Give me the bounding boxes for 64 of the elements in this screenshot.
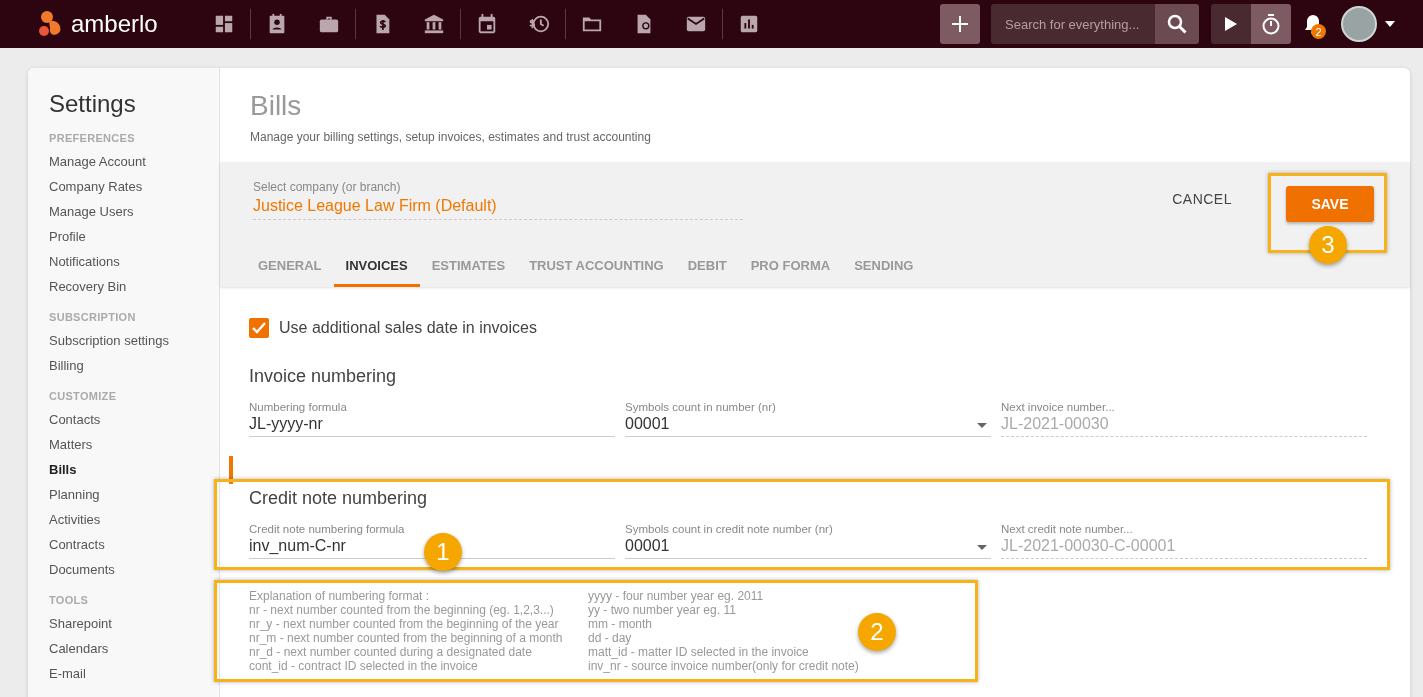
input-field[interactable]: Numbering formula JL-yyyy-nr xyxy=(249,401,615,437)
explanation-line: dd - day xyxy=(588,631,632,645)
sidebar-item[interactable]: Matters xyxy=(49,432,219,457)
sidebar-item[interactable]: Recovery Bin xyxy=(49,274,219,299)
add-button[interactable] xyxy=(940,4,980,44)
sidebar-item[interactable]: Billing xyxy=(49,353,219,378)
sidebar-item[interactable]: Activities xyxy=(49,507,219,532)
sidebar-item[interactable]: E-mail xyxy=(49,661,219,686)
section-title: Credit note numbering xyxy=(249,488,429,509)
notification-count: 2 xyxy=(1311,24,1326,39)
section-title: Invoice numbering xyxy=(249,366,398,387)
checkbox-label: Use additional sales date in invoices xyxy=(279,319,537,337)
active-indicator xyxy=(229,456,233,484)
checkbox[interactable] xyxy=(249,318,269,338)
sidebar-heading: PREFERENCES xyxy=(49,132,136,144)
search-icon[interactable] xyxy=(1155,4,1199,44)
step-number-badge: 1 xyxy=(424,533,462,571)
explanation-line: cont_id - contract ID selected in the invoice xyxy=(249,659,478,673)
tab[interactable]: INVOICES xyxy=(333,246,420,287)
cancel-button[interactable]: CANCEL xyxy=(1164,183,1240,215)
stopwatch-button[interactable] xyxy=(1251,4,1291,44)
sidebar-item[interactable]: Notifications xyxy=(49,249,219,274)
sidebar-item[interactable]: Contacts xyxy=(49,407,219,432)
sidebar-heading: TOOLS xyxy=(49,594,90,606)
play-button[interactable] xyxy=(1211,4,1251,44)
sidebar-item[interactable]: Contracts xyxy=(49,532,219,557)
sidebar-item[interactable]: Manage Account xyxy=(49,149,219,174)
explanation-line: nr_d - next number counted during a designated date xyxy=(249,645,532,659)
play-icon xyxy=(1224,16,1238,32)
select-field[interactable]: Symbols count in credit note number (nr) 00001 xyxy=(625,523,991,559)
step-number-badge: 3 xyxy=(1309,226,1347,264)
explanation-line: matt_id - matter ID selected in the invoice xyxy=(588,645,809,659)
caret-icon[interactable] xyxy=(1385,21,1395,27)
sidebar-item[interactable]: Calendars xyxy=(49,636,219,661)
input-field: Next credit note number... JL-2021-00030-C-00001 xyxy=(1001,523,1367,559)
explanation-line: nr_y - next number counted from the beginning of the year xyxy=(249,617,559,631)
sidebar-heading: SUBSCRIPTION xyxy=(49,311,137,323)
sidebar-item[interactable]: Profile xyxy=(49,224,219,249)
explanation-line: inv_nr - source invoice number(only for credit note) xyxy=(588,659,859,673)
page-title: Bills xyxy=(250,90,303,122)
sidebar-item[interactable]: Planning xyxy=(49,482,219,507)
input-field: Next invoice number... JL-2021-00030 xyxy=(1001,401,1367,437)
explanation-line: mm - month xyxy=(588,617,652,631)
sidebar-item[interactable]: Subscription settings xyxy=(49,328,219,353)
sidebar-item[interactable]: Manage Users xyxy=(49,199,219,224)
select-field[interactable]: Symbols count in number (nr) 00001 xyxy=(625,401,991,437)
sidebar-item[interactable]: Bills xyxy=(49,457,219,482)
stopwatch-icon xyxy=(1260,13,1282,35)
sidebar-item[interactable]: Company Rates xyxy=(49,174,219,199)
explanation-line: nr_m - next number counted from the beginning of a month xyxy=(249,631,563,645)
sidebar-item[interactable]: Sharepoint xyxy=(49,611,219,636)
logo-text: amberlo xyxy=(71,10,158,38)
plus-icon xyxy=(951,15,969,33)
explanation-line: Explanation of numbering format : xyxy=(249,589,430,603)
user-avatar[interactable] xyxy=(1341,6,1377,42)
page-subtitle: Manage your billing settings, setup invoices, estimates and trust accounting xyxy=(250,130,652,144)
sidebar-heading: CUSTOMIZE xyxy=(49,390,118,402)
sidebar-title: Settings xyxy=(49,90,137,118)
step-number-badge: 2 xyxy=(858,613,896,651)
explanation-line: yyyy - four number year eg. 2011 xyxy=(588,589,764,603)
explanation-line: yy - two number year eg. 11 xyxy=(588,603,736,617)
explanation-line: nr - next number counted from the beginning (eg. 1,2,3...) xyxy=(249,603,554,617)
sidebar-item[interactable]: Documents xyxy=(49,557,219,582)
search-field[interactable]: Search for everything... xyxy=(991,4,1155,44)
